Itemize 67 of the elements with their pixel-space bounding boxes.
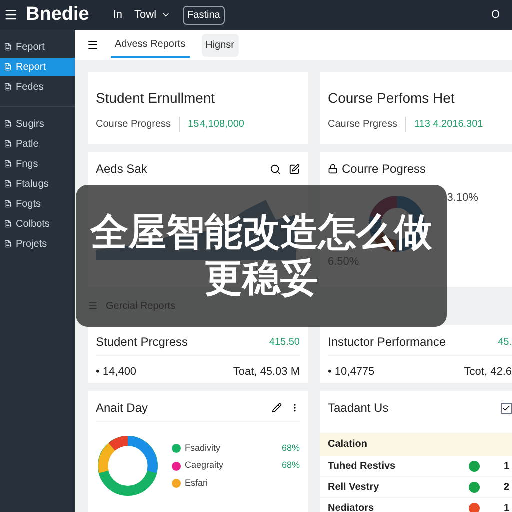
stat-value: 15 4,108,000 <box>188 118 244 132</box>
table-header: Calation <box>320 433 512 456</box>
card-title: Courre Pogress <box>342 161 426 178</box>
nav-dropdown[interactable]: Towl <box>134 6 171 24</box>
table-cell-text: Rell Vestry <box>328 480 380 494</box>
item-icon <box>4 240 12 248</box>
checkbox[interactable] <box>501 402 512 414</box>
table-cell-text: Nediators <box>328 502 374 512</box>
stat-label: Caurse Prgress <box>328 117 406 132</box>
sidebar-item[interactable]: Fogts <box>0 195 75 213</box>
total-value: Tcot, 42.6 <box>464 365 512 380</box>
sidebar-item[interactable]: Projets <box>0 235 75 253</box>
top-button[interactable]: Fastina <box>182 6 226 24</box>
legend-label: Esfari <box>185 476 208 490</box>
menu-icon[interactable] <box>87 39 99 51</box>
legend-value: 68% <box>282 459 300 472</box>
count-value: • 10,4775 <box>328 365 375 380</box>
item-icon <box>4 200 12 208</box>
card-title: Taadant Us <box>328 400 389 417</box>
item-icon <box>4 83 12 91</box>
item-icon <box>4 43 12 51</box>
item-icon <box>4 140 12 148</box>
card-title: Anait Day <box>96 400 148 417</box>
card-title: Student Ernullment <box>96 89 216 108</box>
item-icon <box>4 180 12 188</box>
card-title: Student Prcgress <box>96 334 188 351</box>
sidebar-item[interactable]: Fngs <box>0 155 75 173</box>
table-cell-text: 1 <box>504 502 511 512</box>
search-icon[interactable] <box>270 164 281 174</box>
item-icon <box>4 120 12 128</box>
badge-value: 45. <box>498 336 512 350</box>
legend-value: 68% <box>282 442 300 455</box>
item-icon <box>4 220 12 228</box>
card-title: Aeds Sak <box>96 161 148 178</box>
sidebar-item[interactable]: Sugirs <box>0 115 75 133</box>
check-icon <box>502 404 511 412</box>
edit-icon[interactable] <box>289 164 300 174</box>
count-value: • 14,400 <box>96 365 137 380</box>
pencil-icon[interactable] <box>272 403 282 413</box>
tab[interactable]: Hignsr <box>202 34 238 56</box>
legend-label: Caegraity <box>185 459 224 472</box>
nav-link[interactable]: In <box>113 6 123 24</box>
donut-chart-drawing <box>96 434 160 498</box>
lock-icon <box>328 164 338 174</box>
sidebar-item[interactable]: Feport <box>0 38 75 56</box>
table-cell-text: 2 <box>504 480 511 494</box>
chart-label: 3.10% <box>447 191 478 206</box>
user-indicator[interactable]: O <box>491 6 500 24</box>
item-icon <box>4 160 12 168</box>
item-icon <box>4 63 12 71</box>
tab[interactable]: Advess Reports <box>111 32 190 58</box>
menu-icon[interactable] <box>4 8 18 22</box>
stat-value: 113 4.2016.301 <box>414 118 484 132</box>
sidebar-item[interactable]: Fedes <box>0 78 75 96</box>
badge-value: 415.50 <box>269 336 300 350</box>
card-title: Instuctor Performance <box>328 334 446 351</box>
stat-label: Course Progress <box>96 117 180 132</box>
total-value: Toat, 45.03 M <box>233 365 300 380</box>
sidebar-item[interactable]: Ftalugs <box>0 175 75 193</box>
table-cell-text: Tuhed Restivs <box>328 460 396 474</box>
sidebar-item[interactable]: Colbots <box>0 215 75 233</box>
legend-label: Fsadivity <box>185 442 221 455</box>
caption-line: 全屋智能改造怎么做 <box>90 211 432 256</box>
card-title: Course Perfoms Het <box>328 89 456 108</box>
brand-name: Bnedie <box>26 2 90 27</box>
sidebar-item[interactable]: Patle <box>0 135 75 153</box>
table-cell-text: 1 <box>504 460 511 474</box>
